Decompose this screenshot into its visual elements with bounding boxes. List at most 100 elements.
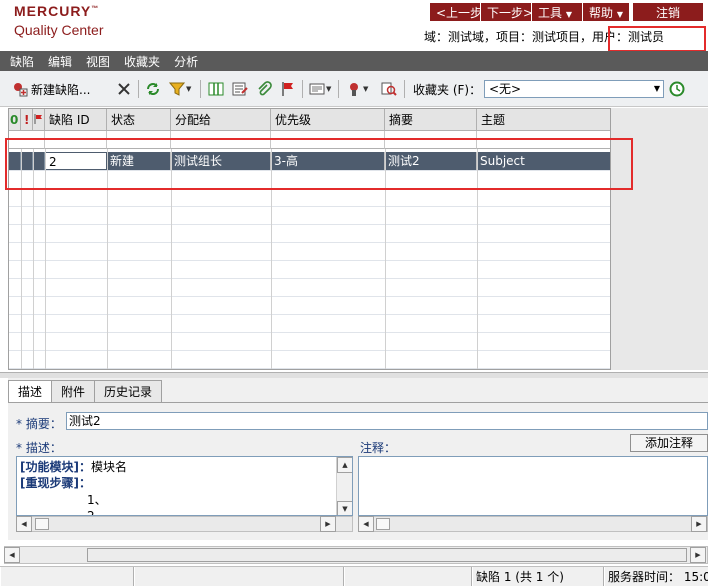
column-header-summary[interactable]: 摘要 <box>385 109 477 131</box>
tab-description[interactable]: 描述 <box>8 380 53 402</box>
toolbar-divider <box>200 80 201 98</box>
attachment-icon <box>256 81 272 97</box>
view-button[interactable]: ▼ <box>309 79 331 99</box>
menu-analysis[interactable]: 分析 <box>174 53 198 70</box>
find-button[interactable]: ▼ <box>346 79 368 99</box>
menubar: 缺陷 编辑 视图 收藏夹 分析 <box>0 51 708 71</box>
scroll-thumb[interactable] <box>376 518 390 530</box>
chevron-down-icon: ▼ <box>363 85 369 93</box>
tools-label: 工具 <box>538 6 563 20</box>
menu-defects[interactable]: 缺陷 <box>10 53 34 70</box>
logout-button[interactable]: 注销 <box>633 3 703 21</box>
grid-row-line <box>9 296 610 297</box>
history-button[interactable] <box>669 79 685 99</box>
grid-row-line <box>9 278 610 279</box>
menu-favorites[interactable]: 收藏夹 <box>124 53 160 70</box>
column-header-subject[interactable]: 主题 <box>477 109 610 131</box>
chevron-down-icon: ▼ <box>186 85 192 93</box>
grid-row-line <box>9 260 610 261</box>
menu-view[interactable]: 视图 <box>86 53 110 70</box>
description-horizontal-scrollbar[interactable]: ◀ ▶ <box>16 516 353 532</box>
refresh-button[interactable] <box>145 79 161 99</box>
chevron-down-icon: ▼ <box>653 84 660 93</box>
column-header-assigned[interactable]: 分配给 <box>171 109 271 131</box>
status-cell <box>134 567 344 586</box>
grid-row-line <box>9 242 610 243</box>
attachment-button[interactable] <box>256 79 272 99</box>
tools-menu-button[interactable]: 工具 ▼ <box>532 3 582 21</box>
column-header-id[interactable]: 缺陷 ID <box>45 109 107 131</box>
tab-underline <box>8 402 708 403</box>
favorites-select[interactable]: <无> ▼ <box>484 80 664 98</box>
scroll-right-icon[interactable]: ▶ <box>320 516 336 532</box>
description-label: * 描述： <box>16 441 62 455</box>
find-icon <box>346 81 362 97</box>
description-line: 1、 <box>87 491 107 508</box>
description-line-value: 2 <box>87 509 95 516</box>
toolbar-divider <box>338 80 339 98</box>
description-line: [重现步骤]： <box>20 474 91 491</box>
forward-button[interactable]: 下一步> <box>481 3 533 21</box>
details-tabs: 描述 附件 历史记录 <box>8 380 163 402</box>
status-bar: 缺陷 1 (共 1 个) 服务器时间： 15:0 <box>0 566 708 586</box>
filter-icon <box>168 81 186 97</box>
delete-icon <box>116 81 132 97</box>
select-columns-button[interactable] <box>208 79 224 99</box>
tab-attachments[interactable]: 附件 <box>51 380 96 402</box>
description-line-value: 模块名 <box>90 460 127 474</box>
edit-icon <box>232 81 248 97</box>
menu-edit[interactable]: 编辑 <box>48 53 72 70</box>
highlight-user-box <box>608 26 706 52</box>
columns-icon <box>208 81 224 97</box>
description-label-text: 描述： <box>25 441 62 455</box>
scroll-down-icon[interactable]: ▼ <box>337 501 352 515</box>
filter-button[interactable]: ▼ <box>168 79 192 99</box>
help-menu-button[interactable]: 帮助 ▼ <box>583 3 629 21</box>
description-field[interactable]: [功能模块]：模块名 [重现步骤]： 1、 2 ▲ ▼ <box>16 456 353 516</box>
edit-button[interactable] <box>232 79 248 99</box>
scroll-left-icon[interactable]: ◀ <box>16 516 32 532</box>
scroll-right-icon[interactable]: ▶ <box>691 516 707 532</box>
delete-button[interactable] <box>116 79 132 99</box>
description-vertical-scrollbar[interactable]: ▲ ▼ <box>336 457 352 515</box>
scroll-thumb[interactable] <box>35 518 49 530</box>
clock-icon <box>669 81 685 97</box>
grid-row-line <box>9 332 610 333</box>
description-line-value: 1、 <box>87 493 107 507</box>
comments-label: 注释： <box>360 441 397 455</box>
flag-icon <box>280 81 296 97</box>
add-comment-button[interactable]: 添加注释 <box>630 434 708 452</box>
tab-history[interactable]: 历史记录 <box>94 380 163 402</box>
search-icon <box>381 81 397 97</box>
status-cell <box>344 567 472 586</box>
scroll-thumb[interactable] <box>87 548 687 562</box>
comments-field[interactable] <box>358 456 708 516</box>
scroll-up-icon[interactable]: ▲ <box>337 457 352 473</box>
summary-label-text: 摘要： <box>25 417 62 431</box>
comments-horizontal-scrollbar[interactable]: ◀ ▶ <box>358 516 708 532</box>
new-defect-label: 新建缺陷... <box>31 82 91 97</box>
flag-button[interactable] <box>280 79 296 99</box>
defect-count: 缺陷 1 (共 1 个) <box>472 567 604 586</box>
flag-column-header[interactable] <box>33 109 45 131</box>
scroll-left-icon[interactable]: ◀ <box>358 516 374 532</box>
main-horizontal-scrollbar[interactable]: ◀ ▶ <box>4 546 708 564</box>
grid-row-line <box>9 314 610 315</box>
scroll-left-icon[interactable]: ◀ <box>4 547 20 563</box>
help-label: 帮助 <box>589 6 614 20</box>
mercury-logo-text: Mercury <box>14 3 92 19</box>
summary-field[interactable]: 测试2 <box>66 412 708 430</box>
scroll-right-icon[interactable]: ▶ <box>690 547 706 563</box>
app-header: Mercury™ Quality Center <上一步 下一步> 工具 ▼ 帮… <box>0 0 708 52</box>
column-header-priority[interactable]: 优先级 <box>271 109 385 131</box>
product-name: Quality Center <box>14 22 104 38</box>
attachment-column-header[interactable]: 0 <box>9 109 21 131</box>
new-defect-button[interactable]: 新建缺陷... <box>12 79 90 99</box>
favorites-label: 收藏夹 (F)： <box>413 82 482 97</box>
severity-column-header[interactable]: ! <box>21 109 33 131</box>
description-line: 2 <box>87 509 95 516</box>
back-button[interactable]: <上一步 <box>430 3 482 21</box>
server-time: 服务器时间： 15:0 <box>604 567 708 586</box>
column-header-status[interactable]: 状态 <box>107 109 171 131</box>
search-button[interactable] <box>381 79 397 99</box>
